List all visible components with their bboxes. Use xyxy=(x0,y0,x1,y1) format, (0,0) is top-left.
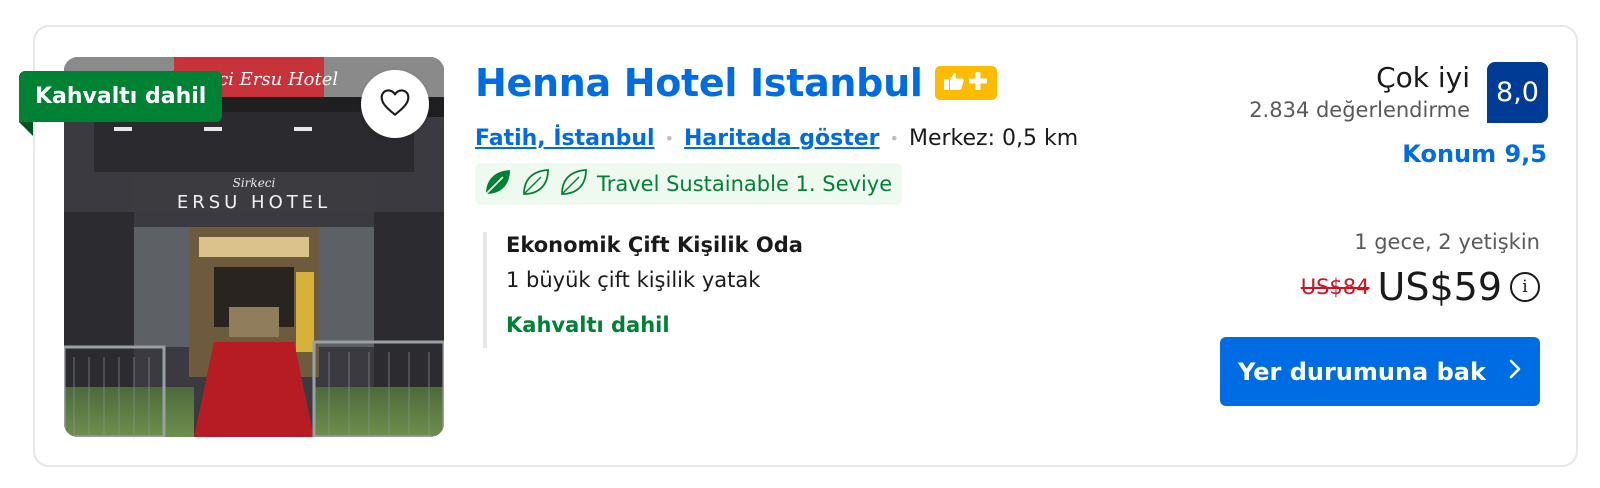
review-count[interactable]: 2.834 değerlendirme xyxy=(1249,98,1470,122)
chevron-right-icon xyxy=(1508,358,1522,386)
original-price: US$84 xyxy=(1300,275,1370,299)
price-row: US$84 US$59 i xyxy=(1301,263,1540,311)
info-icon[interactable]: i xyxy=(1510,272,1540,302)
bed-info: 1 büyük çift kişilik yatak xyxy=(506,268,761,292)
distance-text: Merkez: 0,5 km xyxy=(908,125,1079,151)
stay-info: 1 gece, 2 yetişkin xyxy=(1354,230,1540,254)
leaf-icon-filled xyxy=(483,167,513,201)
favorite-button[interactable] xyxy=(361,70,429,138)
sign-script: Sirkeci xyxy=(233,176,276,190)
cta-label: Yer durumuna bak xyxy=(1238,357,1486,386)
area-link[interactable]: Fatih, İstanbul xyxy=(475,126,655,151)
see-availability-button[interactable]: Yer durumuna bak xyxy=(1220,337,1540,406)
breakfast-badge: Kahvaltı dahil xyxy=(19,71,223,122)
sustainability-badge[interactable]: Travel Sustainable 1. Seviye xyxy=(475,163,903,205)
hotel-title-link[interactable]: Henna Hotel Istanbul xyxy=(475,61,923,105)
title-row: Henna Hotel Istanbul xyxy=(475,58,997,108)
show-on-map-link[interactable]: Haritada göster xyxy=(684,126,880,151)
thumbs-up-icon xyxy=(943,71,965,95)
room-name: Ekonomik Çift Kişilik Oda xyxy=(506,233,803,257)
current-price: US$59 xyxy=(1377,265,1502,309)
separator-dot: • xyxy=(664,128,675,148)
location-score: Konum 9,5 xyxy=(1402,140,1547,168)
breakfast-included: Kahvaltı dahil xyxy=(506,313,670,337)
badge-fold xyxy=(19,122,33,136)
plus-icon xyxy=(968,71,988,95)
location-row: Fatih, İstanbul • Haritada göster • Merk… xyxy=(475,121,1078,155)
genius-badge xyxy=(934,66,997,100)
review-score-badge[interactable]: 8,0 xyxy=(1487,62,1548,123)
sign-name: ERSU HOTEL xyxy=(177,192,331,213)
review-label[interactable]: Çok iyi xyxy=(1376,61,1470,94)
leaf-icon-outline xyxy=(559,167,589,201)
separator-dot: • xyxy=(889,128,899,148)
heart-icon xyxy=(379,87,411,121)
room-divider xyxy=(483,232,487,348)
sustainability-label: Travel Sustainable 1. Seviye xyxy=(597,172,893,196)
leaf-icon-outline xyxy=(521,167,551,201)
